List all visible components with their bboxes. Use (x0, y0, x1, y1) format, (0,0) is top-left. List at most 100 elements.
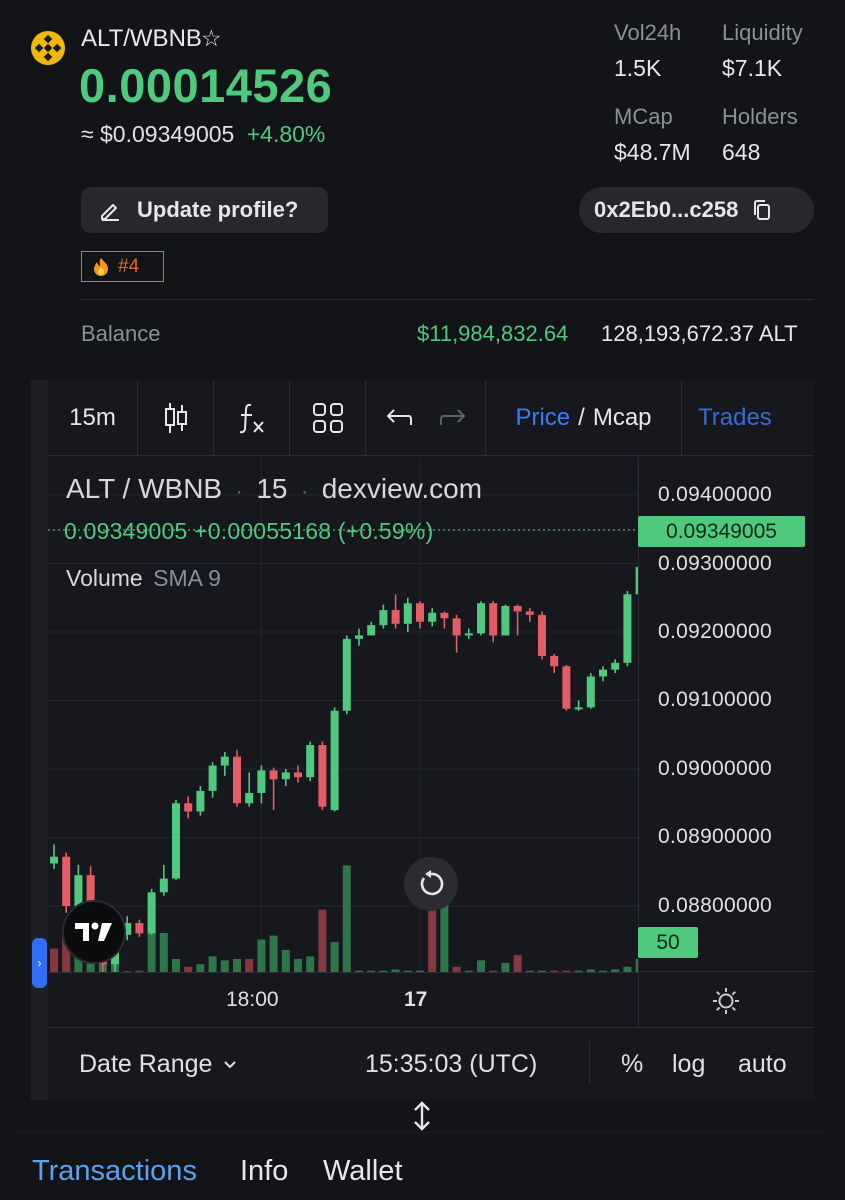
y-tick: 0.08900000 (658, 825, 772, 848)
chart-legend-symbol: ALT / WBNB · 15 · dexview.com (66, 473, 482, 505)
chart-toolbar: 15m Price / Mcap Trades (48, 379, 814, 456)
candle-body (489, 603, 498, 636)
candle-body (135, 923, 144, 934)
volume-bar (208, 956, 217, 972)
candle-body (355, 635, 363, 639)
candle-body (501, 605, 510, 636)
candle-body (159, 878, 168, 893)
legend-interval: 15 (256, 473, 288, 504)
legend-symbol: ALT / WBNB (66, 473, 223, 504)
volume-bar (50, 948, 58, 972)
y-tick: 0.08800000 (658, 894, 772, 917)
vol24h-value: 1.5K (614, 55, 662, 81)
price-option[interactable]: Price (515, 404, 570, 432)
candle-body (245, 792, 254, 804)
grid-layout-icon (312, 402, 343, 433)
last-price-tag: 0.09349005 (638, 516, 805, 547)
volume-study: SMA 9 (153, 565, 221, 591)
candle-body (257, 770, 266, 793)
balance-usd: $11,984,832.64 (417, 321, 569, 346)
y-tick: 0.09100000 (658, 688, 772, 711)
chevron-down-icon (224, 1060, 237, 1068)
reset-chart-button[interactable] (404, 857, 458, 911)
x-tick: 17 (404, 988, 428, 1011)
candle-body (233, 756, 241, 804)
price-mcap-toggle[interactable]: Price / Mcap (486, 379, 682, 456)
footer-divider (589, 1042, 590, 1084)
legend-last-change: +0.00055168 (194, 518, 332, 544)
trending-rank-badge: #4 (81, 251, 164, 282)
pencil-icon (101, 204, 119, 221)
toggle-separator: / (578, 403, 585, 431)
candle-body (513, 605, 522, 612)
tab-wallet[interactable]: Wallet (323, 1155, 403, 1188)
axis-divider (639, 971, 815, 972)
reset-icon (420, 870, 444, 896)
candle-body (452, 618, 461, 636)
auto-scale-toggle[interactable]: auto (738, 1050, 787, 1079)
candlestick-icon (164, 402, 187, 433)
candle-body (269, 770, 278, 780)
volume-label: Volume (66, 565, 143, 591)
contract-address: 0x2Eb0...c258 (594, 197, 739, 222)
indicators-button[interactable] (214, 379, 290, 456)
volume-bar (257, 939, 266, 972)
candle-body (440, 612, 449, 619)
price-change: +4.80% (246, 121, 326, 147)
candle-body (623, 594, 632, 663)
mcap-option[interactable]: Mcap (593, 404, 652, 432)
contract-address-button[interactable]: 0x2Eb0...c258 (579, 187, 814, 233)
volume-legend[interactable]: Volume SMA 9 (66, 565, 221, 592)
candle-body (184, 803, 193, 812)
volume-bar (477, 960, 485, 972)
candle-body (562, 666, 571, 709)
volume-tag: 50 (638, 927, 698, 958)
candle-body (196, 790, 205, 812)
mcap-value: $48.7M (614, 139, 691, 165)
volume-bar (245, 959, 254, 972)
undo-icon[interactable] (385, 407, 413, 429)
candle-body (550, 655, 559, 667)
volume-bar (159, 933, 168, 972)
resize-vertical-icon[interactable] (410, 1100, 434, 1132)
token-pair-title: ALT/WBNB (81, 25, 202, 52)
volume-bar (440, 901, 449, 972)
balance-tokens: 128,193,672.37 ALT (601, 321, 798, 346)
percent-scale-toggle[interactable]: % (621, 1050, 643, 1079)
tradingview-logo-icon[interactable] (62, 900, 126, 964)
update-profile-button[interactable]: Update profile? (81, 187, 328, 233)
candle-type-button[interactable] (138, 379, 214, 456)
candle-body (208, 765, 217, 791)
time-axis[interactable]: 18:00 17 (48, 972, 638, 1027)
section-divider (81, 299, 814, 300)
candle-body (428, 612, 437, 622)
y-tick: 0.09400000 (658, 483, 772, 506)
log-scale-toggle[interactable]: log (672, 1050, 705, 1079)
candle-body (611, 662, 620, 670)
candle-body (294, 772, 302, 778)
tab-transactions[interactable]: Transactions (32, 1155, 197, 1188)
interval-button[interactable]: 15m (48, 379, 138, 456)
volume-bar (196, 964, 205, 972)
approx-symbol: ≈ (81, 121, 94, 147)
liquidity-value: $7.1K (722, 55, 783, 81)
toolbar-expand-handle[interactable]: › (32, 938, 47, 988)
redo-icon[interactable] (439, 407, 467, 429)
chart-legend-values: 0.09349005 +0.00055168 (+0.59%) (64, 518, 433, 545)
copy-icon (754, 200, 771, 220)
candle-body (464, 633, 473, 636)
candle-body (403, 603, 412, 624)
fire-icon (94, 257, 108, 276)
tab-info[interactable]: Info (240, 1155, 288, 1188)
balance-label: Balance (81, 321, 161, 346)
trades-toggle[interactable]: Trades (682, 380, 800, 456)
layout-button[interactable] (290, 379, 366, 456)
date-range-button[interactable]: Date Range (79, 1050, 238, 1079)
favorite-star-icon[interactable]: ☆ (201, 25, 222, 52)
holders-value: 648 (722, 139, 761, 165)
legend-source: dexview.com (321, 473, 483, 504)
settings-sun-icon[interactable] (711, 986, 741, 1016)
holders-label: Holders (722, 104, 798, 129)
candle-body (477, 603, 485, 634)
utc-clock[interactable]: 15:35:03 (UTC) (365, 1050, 537, 1079)
